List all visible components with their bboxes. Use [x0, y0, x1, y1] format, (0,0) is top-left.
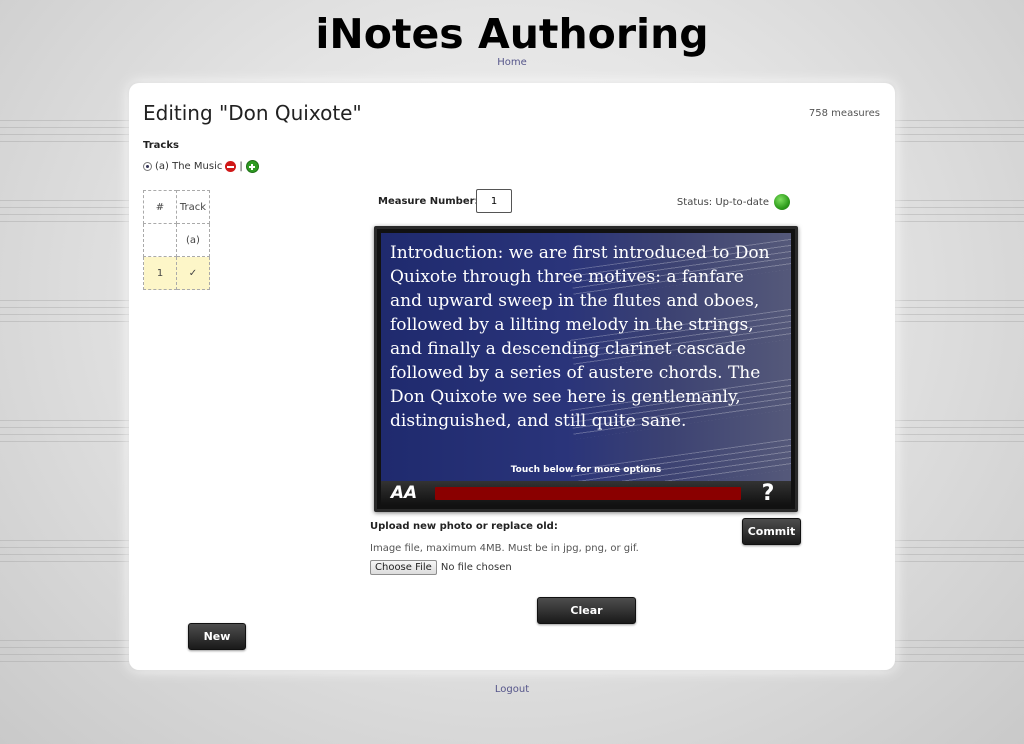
touch-hint: Touch below for more options	[510, 465, 662, 475]
table-cell-track: ✓	[176, 256, 210, 290]
track-radio[interactable]	[143, 162, 152, 171]
column-header-track: Track	[176, 190, 210, 224]
annotation-text[interactable]: Introduction: we are first introduced to…	[390, 241, 779, 433]
preview-screen: Introduction: we are first introduced to…	[381, 233, 791, 481]
track-option-label[interactable]: (a) The Music	[155, 161, 222, 172]
column-header-number: #	[143, 190, 177, 224]
progress-bar	[435, 486, 741, 500]
table-cell-track: (a)	[176, 223, 210, 257]
new-button[interactable]: New	[188, 623, 246, 650]
measure-number-input[interactable]	[476, 189, 512, 213]
measure-count: 758 measures	[808, 108, 880, 119]
site-title: iNotes Authoring	[315, 10, 709, 58]
status-indicator: Status: Up-to-date	[677, 194, 790, 210]
home-link[interactable]: Home	[0, 57, 1024, 68]
table-row[interactable]: 1 ✓	[143, 256, 210, 290]
editor-panel: Editing "Don Quixote" 758 measures Track…	[129, 83, 895, 670]
clear-annotation-button[interactable]: Clear Annotation	[537, 597, 636, 642]
upload-note: Image file, maximum 4MB. Must be in jpg,…	[370, 543, 639, 554]
table-row[interactable]: (a)	[143, 223, 210, 257]
page-title: Editing "Don Quixote"	[143, 101, 362, 125]
upload-label: Upload new photo or replace old:	[370, 521, 558, 532]
track-separator: |	[239, 161, 243, 172]
table-cell-number: 1	[143, 256, 177, 290]
remove-track-icon[interactable]	[225, 161, 237, 172]
annotation-preview: Introduction: we are first introduced to…	[374, 226, 798, 512]
choose-file-button[interactable]: Choose File	[370, 560, 437, 575]
tracks-heading: Tracks	[143, 140, 179, 151]
status-ok-icon	[774, 194, 790, 210]
logout-link[interactable]: Logout	[0, 684, 1024, 695]
table-cell-number	[143, 223, 177, 257]
add-track-icon[interactable]	[245, 160, 259, 173]
track-table: # Track (a) 1 ✓	[143, 190, 210, 290]
file-picker: Choose File No file chosen	[370, 560, 512, 575]
file-status: No file chosen	[440, 562, 512, 573]
status-text: Status: Up-to-date	[676, 196, 769, 208]
preview-toolbar: AA ?	[381, 481, 791, 506]
help-icon[interactable]: ?	[755, 481, 781, 506]
commit-button[interactable]: Commit	[742, 518, 801, 545]
font-size-icon[interactable]: AA	[389, 483, 419, 503]
track-option-row: (a) The Music |	[143, 160, 259, 173]
measure-number-label: Measure Number:	[378, 196, 479, 207]
